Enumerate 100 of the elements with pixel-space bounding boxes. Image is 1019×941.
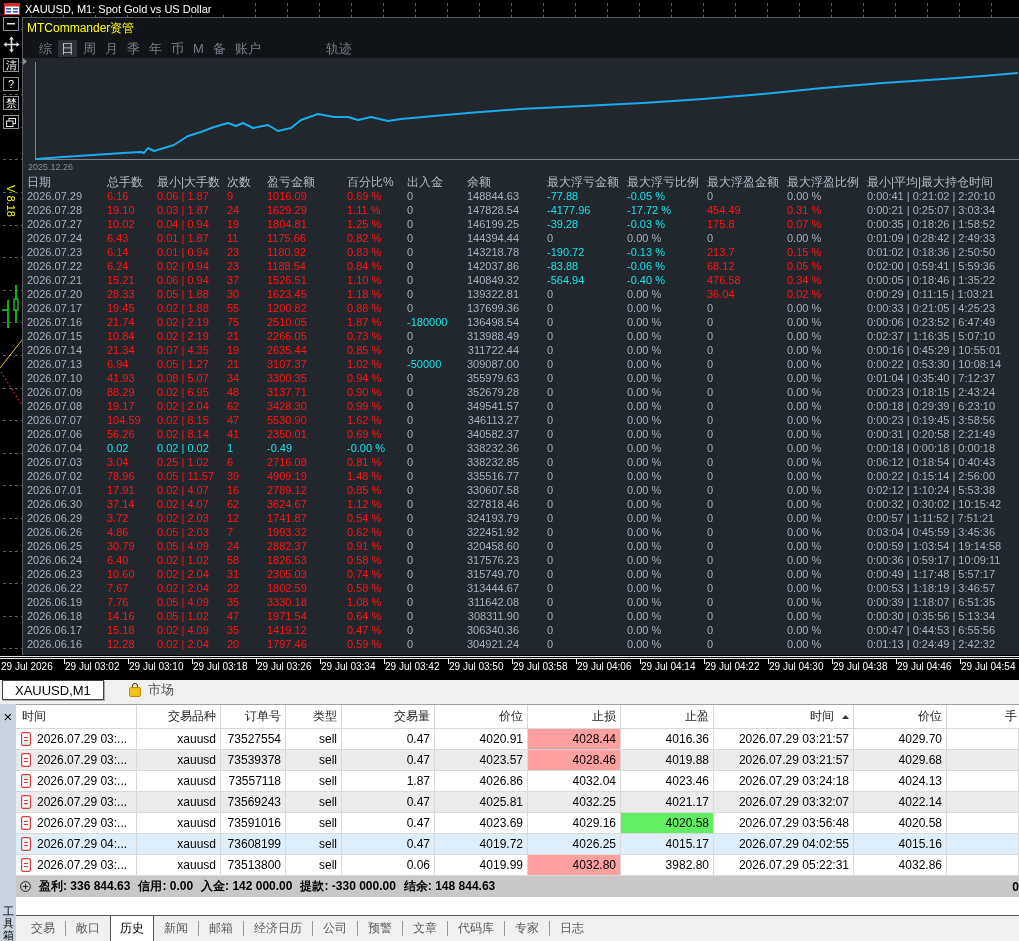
table-cell: -0.40 % <box>627 274 665 286</box>
table-cell: 317576.23 <box>467 554 519 566</box>
view-tab[interactable]: 轨迹 <box>322 40 355 57</box>
expand-icon[interactable] <box>20 881 31 892</box>
table-cell: 0.00 % <box>627 414 662 426</box>
column-header[interactable]: 手 <box>947 705 1019 728</box>
table-cell: 0.02 | 0.94 <box>157 260 209 272</box>
view-tab[interactable]: 综 <box>36 40 55 57</box>
table-cell: 213.7 <box>707 246 735 258</box>
table-cell: 0.00 % <box>787 344 822 356</box>
table-cell: 0 <box>547 610 554 622</box>
table-cell: 62 <box>227 400 240 412</box>
column-header[interactable]: 交易品种 <box>137 705 221 728</box>
toolbox-tab[interactable]: 专家 <box>505 916 549 941</box>
view-tab[interactable]: 月 <box>102 40 121 57</box>
table-cell: 0:00:57 | 1:11:52 | 7:51:21 <box>867 512 995 524</box>
table-cell: 36.04 <box>707 288 735 300</box>
column-header[interactable]: 时间 <box>16 705 137 728</box>
table-cell: 355979.63 <box>467 372 519 384</box>
table-cell: 37 <box>227 274 240 286</box>
table-cell: 140849.32 <box>467 274 519 286</box>
toolbox-tab[interactable]: 日志 <box>550 916 594 941</box>
table-cell: 313988.49 <box>467 330 519 342</box>
table-cell: 0.00 % <box>787 372 822 384</box>
table-cell: 2350.01 <box>267 428 307 440</box>
table-cell: 0.00 % <box>787 554 822 566</box>
toolbox-tab[interactable]: 敞口 <box>66 916 110 941</box>
table-cell: 6.14 <box>107 246 129 258</box>
table-cell: 349541.57 <box>467 400 519 412</box>
table-cell: 0 <box>707 554 714 566</box>
summary-item: 结余: 148 844.63 <box>403 878 496 895</box>
column-header[interactable]: 交易量 <box>342 705 435 728</box>
table-cell: 4026.86 <box>435 771 528 791</box>
table-cell: 3.04 <box>107 456 129 468</box>
move-icon[interactable] <box>2 36 20 53</box>
table-cell: 78.96 <box>107 470 135 482</box>
table-cell: 68.12 <box>707 260 735 272</box>
toolbox-tab[interactable]: 邮箱 <box>199 916 243 941</box>
view-tab[interactable]: 年 <box>146 40 165 57</box>
table-cell: 7.76 <box>107 596 129 608</box>
column-header[interactable]: 订单号 <box>221 705 286 728</box>
view-tab[interactable]: 季 <box>124 40 143 57</box>
column-header[interactable]: 时间 <box>714 705 854 728</box>
column-header[interactable]: 价位 <box>435 705 528 728</box>
table-cell: sell <box>286 834 342 854</box>
toolbox-tab[interactable]: 文章 <box>403 916 447 941</box>
table-cell: 23 <box>227 246 240 258</box>
table-cell: 12.28 <box>107 638 135 650</box>
view-tab[interactable]: M <box>190 40 207 57</box>
table-cell: 0 <box>407 484 414 496</box>
table-cell: -0.00 % <box>347 442 385 454</box>
table-cell: 1200.82 <box>267 302 307 314</box>
table-cell: 139322.81 <box>467 288 519 300</box>
toolbox-tab[interactable]: 历史 <box>110 916 154 941</box>
view-tab[interactable]: 账户 <box>231 40 264 57</box>
tool-button[interactable]: 禁 <box>3 96 19 110</box>
column-header[interactable]: 价位 <box>854 705 947 728</box>
tool-button[interactable]: 清 <box>3 58 19 72</box>
table-cell: 2882.37 <box>267 540 307 552</box>
table-cell: 0.00 % <box>627 232 662 244</box>
toolbox-tab[interactable]: 公司 <box>313 916 357 941</box>
table-cell: 24 <box>227 540 240 552</box>
table-cell: 2026.07.21 <box>27 274 83 286</box>
table-cell: 0.05 | 4.09 <box>157 596 209 608</box>
restore-button[interactable] <box>3 115 19 129</box>
toolbox-tab[interactable]: 新闻 <box>154 916 198 941</box>
toolbox-tab[interactable]: 经济日历 <box>244 916 312 941</box>
table-cell: sell <box>286 792 342 812</box>
table-row[interactable]: 2026.07.29 03:... xauusd 73569243 sell 0.47 4025.81 4032.25 4021.17 2026.07.29 03:32:07 4022.14 <box>16 792 1019 813</box>
table-cell: 0 <box>547 596 554 608</box>
chart-tab[interactable]: 市场 <box>115 680 187 700</box>
toolbox-tab[interactable]: 交易 <box>21 916 65 941</box>
table-cell: 0:00:23 | 0:18:15 | 2:43:24 <box>867 386 996 398</box>
minimize-button[interactable] <box>3 17 19 31</box>
toolbox-tab[interactable]: 预警 <box>358 916 402 941</box>
chart-tab[interactable]: XAUUSD,M1 <box>2 680 104 700</box>
column-header[interactable]: 止损 <box>528 705 621 728</box>
table-cell: 0 <box>707 344 714 356</box>
tool-button[interactable]: ? <box>3 77 19 91</box>
close-button[interactable]: × <box>3 710 13 724</box>
table-row[interactable]: 2026.07.29 03:... xauusd 73539378 sell 0.47 4023.57 4028.46 4019.88 2026.07.29 03:21:57 4029.68 <box>16 750 1019 771</box>
table-cell: 2026.07.10 <box>27 372 83 384</box>
table-cell: 0 <box>547 330 554 342</box>
table-cell: 0.00 % <box>627 498 662 510</box>
table-cell: 2026.07.29 03:... <box>37 795 128 809</box>
toolbox-tab[interactable]: 代码库 <box>448 916 504 941</box>
expand-arrow-icon[interactable] <box>23 58 27 65</box>
table-cell: 0.02 | 4.07 <box>157 498 209 510</box>
table-row[interactable]: 2026.07.29 04:... xauusd 73608199 sell 0.47 4019.72 4026.25 4015.17 2026.07.29 04:02:55 4015.16 <box>16 834 1019 855</box>
column-header[interactable]: 止盈 <box>621 705 714 728</box>
indicator-line <box>0 371 22 406</box>
view-tab[interactable]: 备 <box>209 40 229 57</box>
view-tab[interactable]: 币 <box>168 40 187 57</box>
summary-item: 盈利: 336 844.63 <box>39 878 131 895</box>
view-tab[interactable]: 日 <box>58 40 77 57</box>
table-cell: 0.00 % <box>787 484 822 496</box>
table-cell: 0.00 % <box>627 358 662 370</box>
view-tab[interactable]: 周 <box>80 40 99 57</box>
column-header[interactable]: 类型 <box>286 705 342 728</box>
table-cell: 48 <box>227 386 240 398</box>
